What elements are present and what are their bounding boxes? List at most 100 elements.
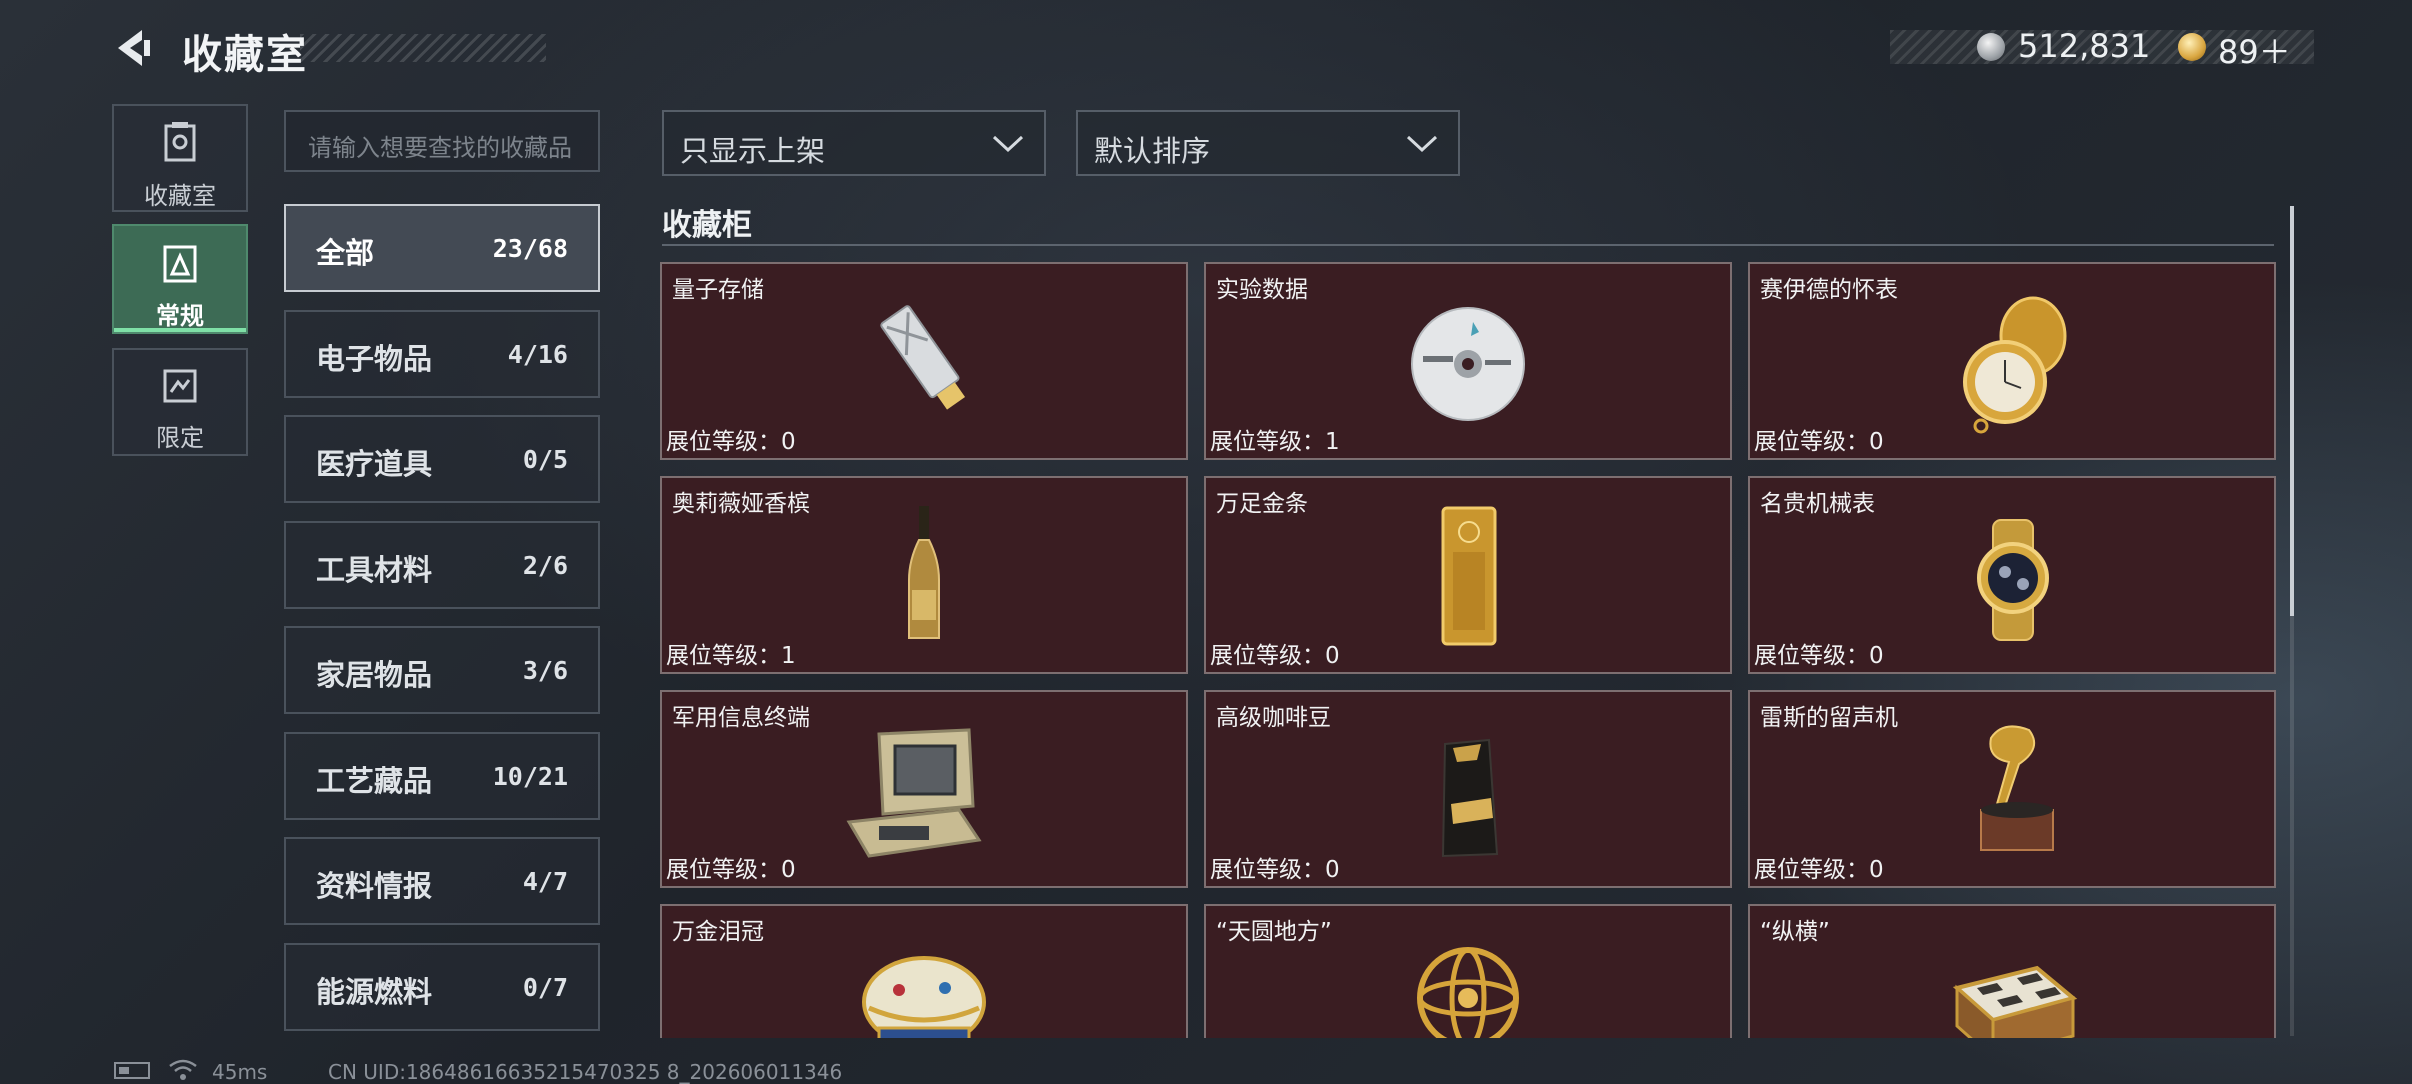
dropdown-value: 默认排序 (1094, 134, 1211, 168)
category-count: 2/6 (522, 551, 568, 580)
collection-item-card[interactable]: 军用信息终端 展位等级：0 (660, 690, 1188, 888)
item-name: 奥莉薇娅香槟 (672, 491, 810, 517)
category-count: 0/5 (522, 445, 568, 474)
item-level: 展位等级：1 (666, 643, 796, 669)
item-name: 雷斯的留声机 (1760, 705, 1898, 731)
collection-item-card[interactable]: 万足金条 展位等级：0 (1204, 476, 1732, 674)
nav-regular[interactable]: 常规 (112, 224, 248, 334)
category-name: 医疗道具 (316, 447, 433, 481)
nav-label: 限定 (156, 424, 204, 452)
item-level: 展位等级：0 (1754, 429, 1884, 455)
category-count: 3/6 (522, 656, 568, 685)
back-arrow-icon[interactable] (112, 26, 156, 70)
item-name: 万足金条 (1216, 491, 1308, 517)
item-level: 展位等级：0 (1754, 857, 1884, 883)
category-count: 23/68 (492, 234, 568, 263)
item-level: 展位等级：0 (666, 429, 796, 455)
category-name: 能源燃料 (316, 975, 433, 1009)
item-name: 赛伊德的怀表 (1760, 277, 1898, 303)
item-level: 展位等级：0 (1210, 643, 1340, 669)
gramophone-icon (1980, 725, 2054, 851)
category-fuel[interactable]: 能源燃料 0/7 (284, 943, 600, 1031)
collection-item-card[interactable]: 名贵机械表 展位等级：0 (1748, 476, 2276, 674)
armillary-sphere-icon (1417, 947, 1519, 1038)
category-medical[interactable]: 医疗道具 0/5 (284, 415, 600, 503)
category-count: 4/16 (507, 340, 568, 369)
uid-text: CN UID:18648616635215470325 8_2026060113… (328, 1060, 843, 1084)
collection-item-card[interactable]: 量子存储 展位等级：0 (660, 262, 1188, 460)
item-name: 军用信息终端 (672, 705, 810, 731)
category-crafts[interactable]: 工艺藏品 10/21 (284, 732, 600, 820)
category-name: 工艺藏品 (316, 764, 433, 798)
champagne-icon (908, 506, 940, 639)
item-level: 展位等级：0 (1210, 857, 1340, 883)
item-name: “纵横” (1760, 919, 1830, 945)
item-name: 量子存储 (672, 277, 764, 303)
item-name: 万金泪冠 (672, 919, 764, 945)
terminal-case-icon (846, 728, 982, 858)
collection-item-card[interactable]: 奥莉薇娅香槟 展位等级：1 (660, 476, 1188, 674)
item-level: 展位等级：0 (666, 857, 796, 883)
page-title: 收藏室 (182, 32, 308, 78)
category-name: 全部 (316, 236, 375, 270)
category-intel[interactable]: 资料情报 4/7 (284, 837, 600, 925)
category-count: 4/7 (522, 867, 568, 896)
chevron-down-icon (992, 135, 1024, 153)
silver-currency-value: 512,831 (2018, 27, 2151, 65)
section-divider (662, 244, 2274, 246)
collection-item-card[interactable]: 赛伊德的怀表 展位等级：0 (1748, 262, 2276, 460)
section-title: 收藏柜 (662, 208, 752, 243)
nav-label: 常规 (156, 302, 204, 330)
title-decoration (300, 34, 546, 62)
collection-grid: 量子存储 展位等级：0 实验数据 展位等级：1 赛伊德的怀表 展位等级：0 奥莉… (660, 262, 2280, 1038)
collection-item-card[interactable]: 万金泪冠 (660, 904, 1188, 1038)
silver-coin-icon (1977, 33, 2005, 61)
item-name: 实验数据 (1216, 277, 1308, 303)
pocket-watch-icon (1963, 296, 2067, 434)
category-name: 电子物品 (316, 342, 433, 376)
wifi-icon (169, 1059, 197, 1080)
nav-collection-room[interactable]: 收藏室 (112, 104, 248, 212)
category-name: 资料情报 (316, 869, 433, 903)
gold-coin-icon (2178, 33, 2206, 61)
category-count: 0/7 (522, 973, 568, 1002)
regular-icon (163, 245, 197, 283)
category-name: 工具材料 (316, 553, 433, 587)
wristwatch-icon (1977, 519, 2049, 641)
collection-item-card[interactable]: 高级咖啡豆 展位等级：0 (1204, 690, 1732, 888)
chess-box-icon (1952, 965, 2078, 1038)
collection-item-card[interactable]: “纵横” (1748, 904, 2276, 1038)
item-name: 高级咖啡豆 (1216, 705, 1331, 731)
coffee-bag-icon (1441, 738, 1499, 858)
item-level: 展位等级：0 (1754, 643, 1884, 669)
category-count: 10/21 (492, 762, 568, 791)
category-name: 家居物品 (316, 658, 433, 692)
gold-currency-value[interactable]: 89＋ (2218, 27, 2291, 73)
collection-item-card[interactable]: 雷斯的留声机 展位等级：0 (1748, 690, 2276, 888)
collection-room-icon (164, 122, 196, 162)
battery-icon (114, 1062, 150, 1079)
disc-icon (1411, 307, 1525, 421)
dropdown-value: 只显示上架 (680, 134, 826, 168)
search-input[interactable]: 请输入想要查找的收藏品 (284, 110, 600, 172)
active-indicator (114, 328, 246, 332)
category-all[interactable]: 全部 23/68 (284, 204, 600, 292)
category-tools[interactable]: 工具材料 2/6 (284, 521, 600, 609)
scrollbar-thumb[interactable] (2290, 206, 2294, 616)
usb-drive-icon (880, 305, 966, 410)
collection-item-card[interactable]: “天圆地方” (1204, 904, 1732, 1038)
chevron-down-icon (1406, 135, 1438, 153)
collection-item-card[interactable]: 实验数据 展位等级：1 (1204, 262, 1732, 460)
display-filter-dropdown[interactable]: 只显示上架 (662, 110, 1046, 176)
category-electronics[interactable]: 电子物品 4/16 (284, 310, 600, 398)
nav-label: 收藏室 (144, 182, 216, 210)
item-level: 展位等级：1 (1210, 429, 1340, 455)
item-name: 名贵机械表 (1760, 491, 1875, 517)
category-household[interactable]: 家居物品 3/6 (284, 626, 600, 714)
gold-bar-icon (1441, 506, 1497, 646)
nav-limited[interactable]: 限定 (112, 348, 248, 456)
item-name: “天圆地方” (1216, 919, 1332, 945)
ping-text: 45ms (212, 1060, 268, 1084)
sort-dropdown[interactable]: 默认排序 (1076, 110, 1460, 176)
limited-icon (163, 369, 197, 403)
